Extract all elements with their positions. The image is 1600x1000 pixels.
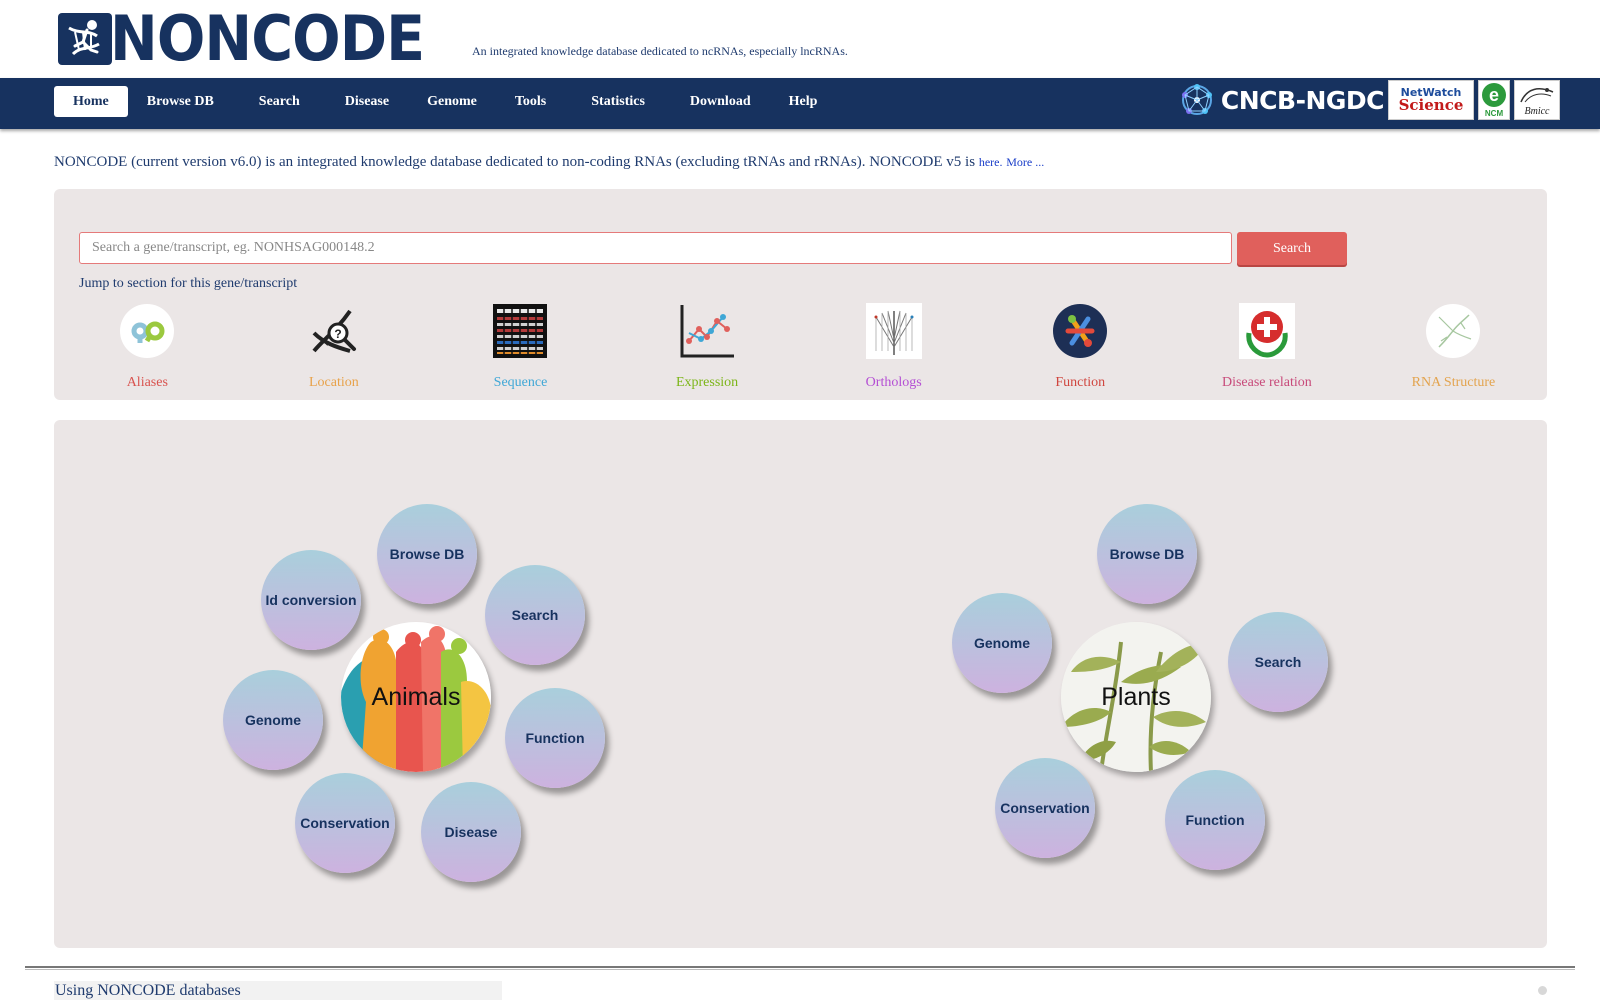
svg-text:NCM: NCM <box>1485 109 1504 118</box>
section-aliases[interactable]: Aliases <box>54 303 241 391</box>
section-divider <box>25 966 1575 970</box>
database-entry-panel: Animals Browse DB Id conversion Search G… <box>54 420 1547 948</box>
noncode-logo[interactable]: NONCODE <box>58 2 458 75</box>
animals-disease-bubble[interactable]: Disease <box>421 782 521 882</box>
plants-search-bubble[interactable]: Search <box>1228 612 1328 712</box>
section-orthologs-label: Orthologs <box>865 375 922 390</box>
aliases-icon <box>119 303 175 359</box>
nav-tools[interactable]: Tools <box>496 86 565 117</box>
plants-function-bubble[interactable]: Function <box>1165 770 1265 870</box>
animals-id-conversion-bubble[interactable]: Id conversion <box>261 550 361 650</box>
ncm-e-icon: e NCM <box>1482 83 1506 118</box>
bmicc-emblem-icon <box>1520 87 1554 102</box>
orthologs-icon <box>865 303 922 359</box>
rna-structure-icon <box>1425 303 1481 359</box>
plants-label: Plants <box>1101 682 1171 711</box>
plants-genome-bubble[interactable]: Genome <box>952 593 1052 693</box>
intro-text: NONCODE (current version v6.0) is an int… <box>54 154 1044 171</box>
nav-browse-db[interactable]: Browse DB <box>128 86 233 117</box>
jump-section-label: Jump to section for this gene/transcript <box>79 276 298 291</box>
nav-search[interactable]: Search <box>233 86 326 117</box>
dna-figure-icon <box>58 13 112 65</box>
cncb-ngdc-logo[interactable]: CNCB-NGDC <box>1177 80 1385 120</box>
logo-text: NONCODE <box>110 2 425 75</box>
location-icon: ? <box>306 303 362 359</box>
main-navbar: Home Browse DB Search Disease Genome Too… <box>0 78 1600 129</box>
section-sequence-label: Sequence <box>493 375 548 390</box>
sequence-icon <box>492 303 548 359</box>
netwatch-science-logo[interactable]: NetWatch Science <box>1388 80 1474 120</box>
animals-genome-bubble[interactable]: Genome <box>223 670 323 770</box>
using-noncode-heading: Using NONCODE databases <box>54 981 502 1000</box>
section-expression-label: Expression <box>675 375 739 390</box>
nav-disease[interactable]: Disease <box>326 86 408 117</box>
animals-browse-db-bubble[interactable]: Browse DB <box>377 504 477 604</box>
plants-center-bubble[interactable]: Plants <box>1061 622 1211 772</box>
nav-statistics[interactable]: Statistics <box>565 86 671 117</box>
plants-conservation-bubble[interactable]: Conservation <box>995 758 1095 858</box>
search-button[interactable]: Search <box>1237 232 1347 265</box>
section-rna-structure[interactable]: RNA Structure <box>1360 303 1547 391</box>
carousel-dot-icon[interactable] <box>1538 986 1547 995</box>
gene-search-input[interactable] <box>79 232 1232 264</box>
animals-conservation-bubble[interactable]: Conservation <box>295 773 395 873</box>
section-shortcuts: Aliases ? Location Sequence Expression O… <box>54 303 1547 391</box>
noncode-v5-link[interactable]: here. <box>979 155 1003 169</box>
intro-description: NONCODE (current version v6.0) is an int… <box>54 154 979 170</box>
animals-search-bubble[interactable]: Search <box>485 565 585 665</box>
section-expression[interactable]: Expression <box>614 303 801 391</box>
section-location-label: Location <box>309 375 359 390</box>
plants-browse-db-bubble[interactable]: Browse DB <box>1097 504 1197 604</box>
section-rna-structure-label: RNA Structure <box>1411 375 1496 390</box>
animals-label: Animals <box>371 682 461 711</box>
section-location[interactable]: ? Location <box>241 303 428 391</box>
gene-search-panel: Search Jump to section for this gene/tra… <box>54 189 1547 400</box>
more-link[interactable]: More ... <box>1006 155 1044 169</box>
svg-text:?: ? <box>334 327 341 341</box>
site-header: NONCODE An integrated knowledge database… <box>0 0 1600 78</box>
animals-function-bubble[interactable]: Function <box>505 688 605 788</box>
nav-genome[interactable]: Genome <box>408 86 496 117</box>
expression-icon <box>679 303 735 359</box>
section-sequence[interactable]: Sequence <box>427 303 614 391</box>
ncm-logo[interactable]: e NCM <box>1478 80 1510 120</box>
nav-help[interactable]: Help <box>770 86 837 117</box>
section-orthologs[interactable]: Orthologs <box>800 303 987 391</box>
nav-home[interactable]: Home <box>54 86 128 117</box>
network-globe-icon <box>1181 84 1212 115</box>
function-icon <box>1052 303 1108 359</box>
partner-logos: CNCB-NGDC NetWatch Science e NCM Bmicc <box>1177 80 1560 120</box>
site-tagline: An integrated knowledge database dedicat… <box>472 44 848 58</box>
section-disease-relation-label: Disease relation <box>1221 375 1312 390</box>
nav-menu: Home Browse DB Search Disease Genome Too… <box>54 86 836 117</box>
bmicc-logo[interactable]: Bmicc <box>1514 80 1560 120</box>
animals-center-bubble[interactable]: Animals <box>341 622 491 772</box>
nav-download[interactable]: Download <box>671 86 770 117</box>
svg-text:e: e <box>1489 85 1499 105</box>
section-function[interactable]: Function <box>987 303 1174 391</box>
disease-relation-icon <box>1238 303 1295 359</box>
section-aliases-label: Aliases <box>126 375 168 390</box>
section-function-label: Function <box>1055 375 1106 390</box>
section-disease-relation[interactable]: Disease relation <box>1174 303 1361 391</box>
